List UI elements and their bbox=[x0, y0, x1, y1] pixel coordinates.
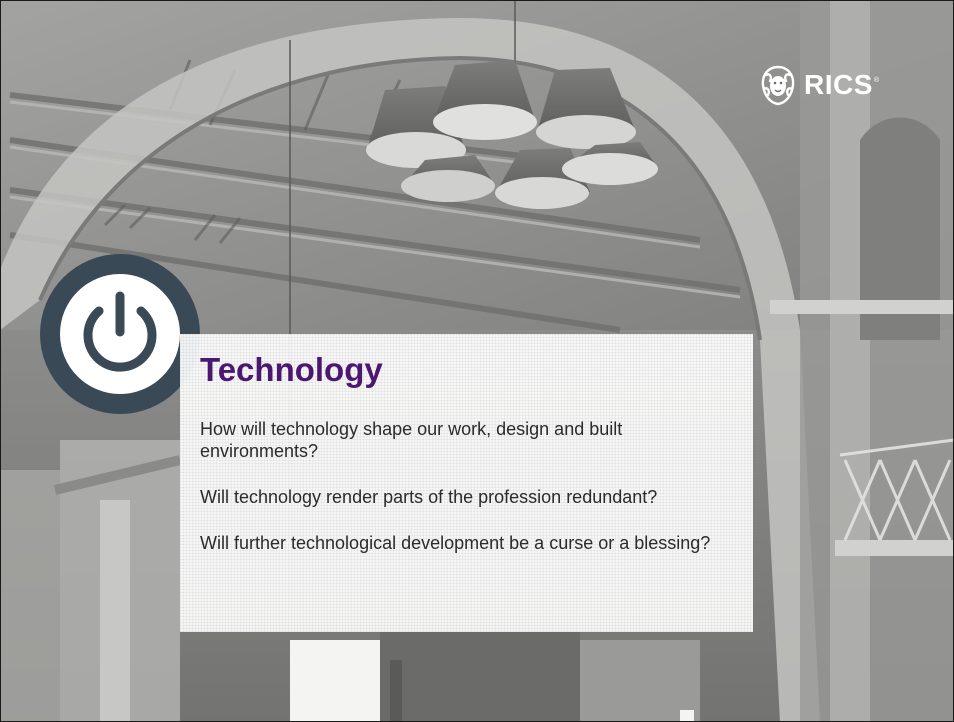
question-item: How will technology shape our work, desi… bbox=[200, 419, 623, 461]
power-icon bbox=[83, 291, 157, 372]
slide-title: Technology bbox=[200, 351, 383, 388]
lion-icon bbox=[761, 65, 795, 106]
content-panel: Technology How will technology shape our… bbox=[180, 334, 753, 632]
registered-mark: ® bbox=[873, 77, 880, 84]
power-badge-inner bbox=[60, 274, 180, 394]
question-item: Will further technological development b… bbox=[200, 533, 711, 553]
power-badge bbox=[40, 254, 200, 414]
logo-wordmark: RICS bbox=[804, 69, 873, 100]
question-item: Will technology render parts of the prof… bbox=[200, 487, 658, 507]
rics-logo: RICS ® bbox=[758, 63, 879, 107]
question-list: How will technology shape our work, desi… bbox=[200, 418, 740, 578]
slide: RICS ® Technology How will technology sh… bbox=[0, 0, 954, 722]
